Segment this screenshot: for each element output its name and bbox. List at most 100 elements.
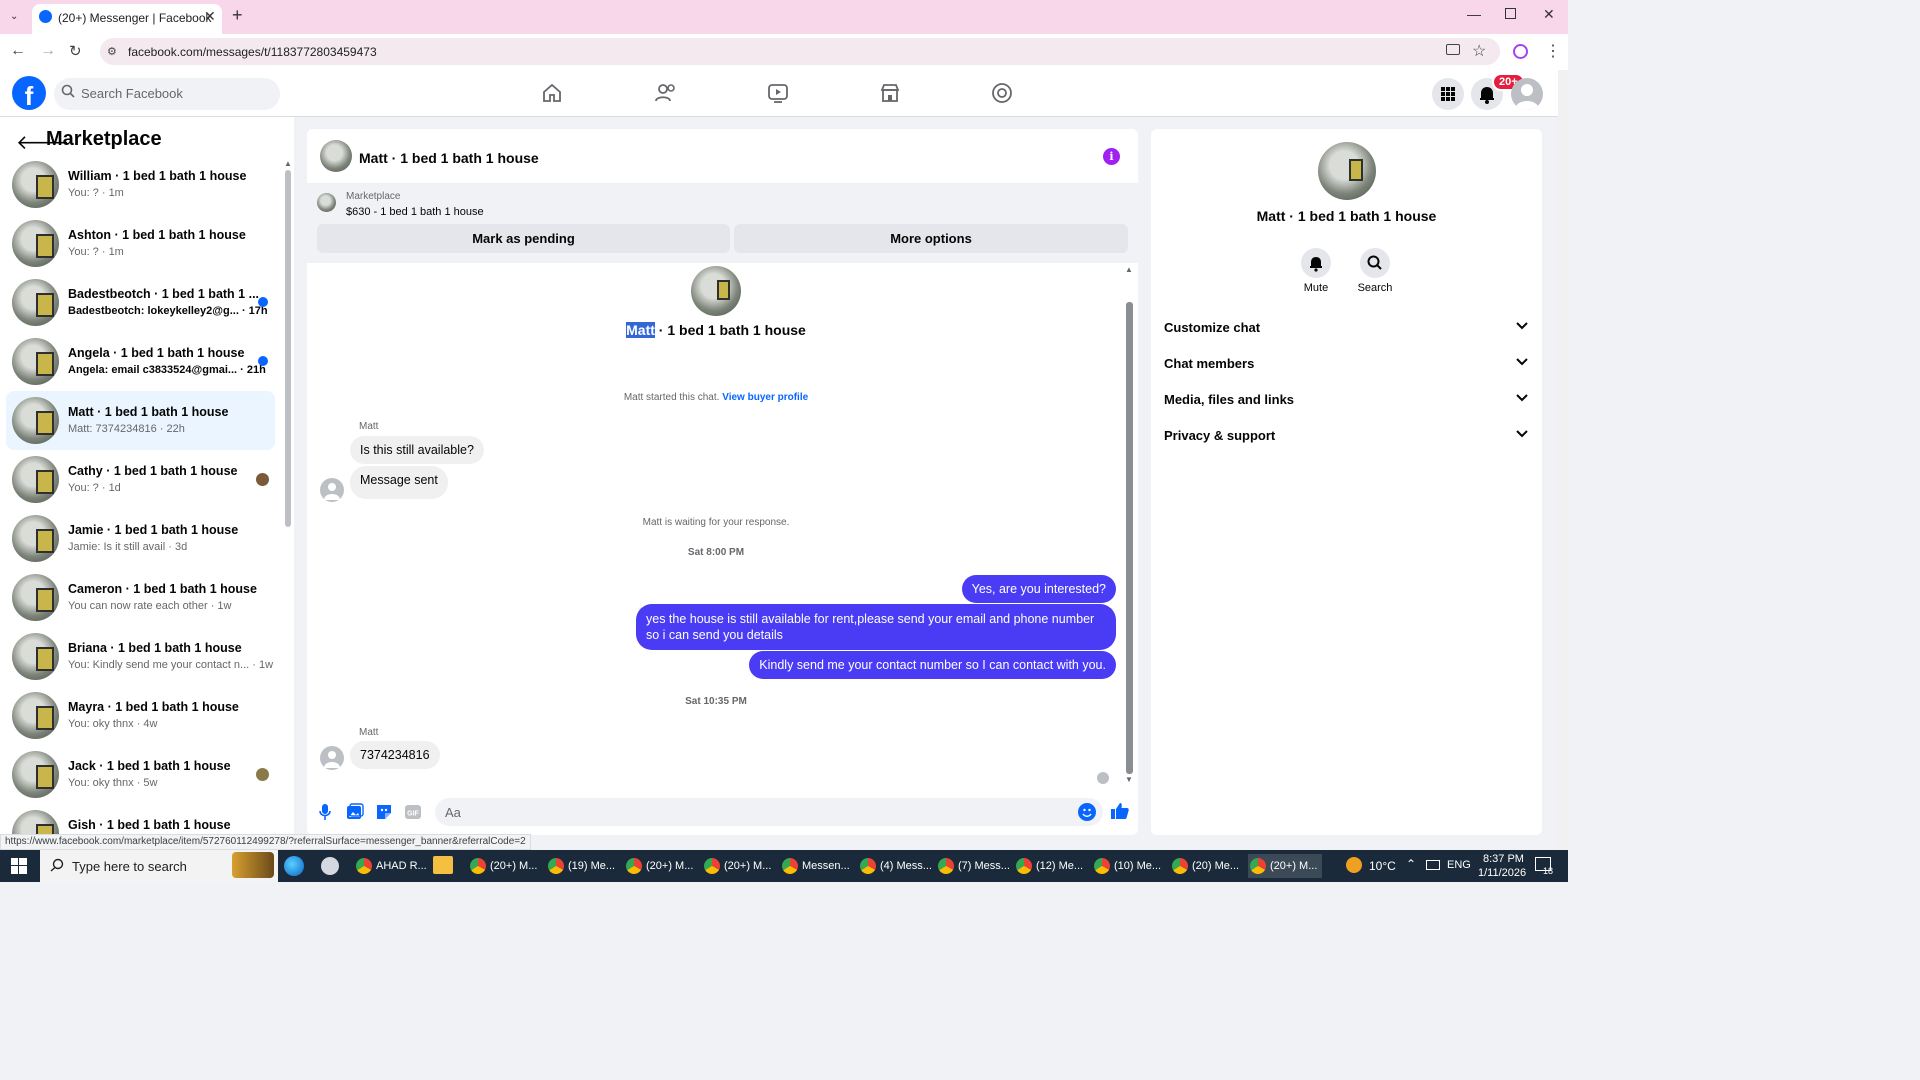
conversation-snippet: You: Kindly send me your contact n... · … xyxy=(68,659,274,671)
listing-mini-thumbnail[interactable] xyxy=(317,193,336,212)
tray-chevron-up-icon[interactable]: ⌃ xyxy=(1406,857,1416,871)
message-input[interactable] xyxy=(435,798,1103,826)
chat-scrollbar[interactable] xyxy=(1126,302,1133,774)
incoming-message[interactable]: Is this still available? xyxy=(350,436,484,464)
info-profile-name: Matt · 1 bed 1 bath 1 house xyxy=(1256,208,1437,224)
taskbar-chrome-item[interactable]: (20+) M... xyxy=(624,854,696,878)
taskbar-chrome-item[interactable]: (20+) M... xyxy=(468,854,540,878)
info-icon[interactable]: i xyxy=(1103,148,1120,165)
conversation-name: Cameron · 1 bed 1 bath 1 house xyxy=(68,582,257,596)
app-icon[interactable] xyxy=(321,857,339,875)
timestamp: Sat 8:00 PM xyxy=(687,547,745,558)
privacy-support-section[interactable]: Privacy & support xyxy=(1164,428,1530,443)
forward-icon[interactable]: → xyxy=(40,42,56,60)
emoji-icon[interactable] xyxy=(1078,803,1096,821)
network-icon[interactable] xyxy=(1426,860,1440,870)
account-avatar[interactable] xyxy=(1511,78,1543,110)
language-indicator[interactable]: ENG xyxy=(1447,859,1471,871)
menu-kebab-icon[interactable]: ⋮ xyxy=(1545,41,1561,61)
minimize-icon[interactable]: — xyxy=(1467,6,1481,22)
taskbar-chrome-item[interactable]: (4) Mess... xyxy=(858,854,932,878)
sidebar-scrollbar[interactable] xyxy=(285,170,291,527)
microphone-icon[interactable] xyxy=(318,803,332,821)
facebook-logo-icon[interactable]: f xyxy=(12,76,46,110)
tab-search-chevron-icon[interactable]: ⌄ xyxy=(10,11,18,22)
photo-icon[interactable] xyxy=(346,803,364,821)
view-buyer-profile-link[interactable]: View buyer profile xyxy=(722,392,808,403)
incoming-message[interactable]: 7374234816 xyxy=(350,741,440,769)
taskbar-chrome-item[interactable]: (10) Me... xyxy=(1092,854,1164,878)
taskbar-chrome-item[interactable]: (7) Mess... xyxy=(936,854,1010,878)
banner-price[interactable]: $630 - 1 bed 1 bath 1 house xyxy=(346,206,484,218)
video-icon[interactable] xyxy=(767,82,789,104)
conversation-item[interactable]: Cameron · 1 bed 1 bath 1 house You can n… xyxy=(6,568,275,627)
home-icon[interactable] xyxy=(541,82,563,104)
bookmark-star-icon[interactable]: ☆ xyxy=(1472,41,1486,61)
taskbar-chrome-item[interactable]: (20) Me... xyxy=(1170,854,1242,878)
site-info-icon[interactable]: ⚙ xyxy=(107,45,117,58)
conversation-item[interactable]: Jamie · 1 bed 1 bath 1 house Jamie: Is i… xyxy=(6,509,275,568)
chevron-down-icon xyxy=(1516,394,1528,402)
profile-icon[interactable] xyxy=(1513,44,1528,59)
conversation-item[interactable]: Jack · 1 bed 1 bath 1 house You: oky thn… xyxy=(6,745,275,804)
more-options-button[interactable]: More options xyxy=(734,224,1128,253)
chat-profile-avatar[interactable] xyxy=(691,266,741,316)
friends-icon[interactable] xyxy=(654,82,678,104)
marketplace-icon[interactable] xyxy=(879,82,901,104)
conversation-item[interactable]: Angela · 1 bed 1 bath 1 house Angela: em… xyxy=(6,332,275,391)
install-app-icon[interactable] xyxy=(1446,44,1460,55)
temperature[interactable]: 10°C xyxy=(1369,859,1396,873)
conversation-item[interactable]: Ashton · 1 bed 1 bath 1 house You: ? · 1… xyxy=(6,214,275,273)
mute-button[interactable] xyxy=(1301,248,1331,278)
clock-date[interactable]: 1/11/2026 xyxy=(1478,867,1526,879)
taskbar-chrome-item[interactable]: (19) Me... xyxy=(546,854,618,878)
sender-avatar[interactable] xyxy=(320,478,344,502)
clock-time[interactable]: 8:37 PM xyxy=(1483,853,1524,865)
chat-members-section[interactable]: Chat members xyxy=(1164,356,1530,371)
gif-icon[interactable]: GIF xyxy=(404,804,422,820)
close-window-icon[interactable]: ✕ xyxy=(1543,6,1555,23)
chevron-down-icon xyxy=(1516,322,1528,330)
gaming-icon[interactable] xyxy=(991,82,1013,104)
like-thumbs-up-icon[interactable] xyxy=(1110,801,1130,821)
weather-moon-icon[interactable] xyxy=(1346,857,1362,873)
incoming-message[interactable]: Message sent xyxy=(350,466,448,499)
media-files-links-section[interactable]: Media, files and links xyxy=(1164,392,1530,407)
conversation-item-active[interactable]: Matt · 1 bed 1 bath 1 house Matt: 737423… xyxy=(6,391,275,450)
scroll-down-icon[interactable]: ▼ xyxy=(1125,775,1133,784)
windows-start-icon[interactable] xyxy=(11,858,27,874)
taskbar-chrome-item[interactable]: (12) Me... xyxy=(1014,854,1086,878)
edge-icon[interactable] xyxy=(284,856,304,876)
search-in-chat-button[interactable] xyxy=(1360,248,1390,278)
mark-as-pending-button[interactable]: Mark as pending xyxy=(317,224,730,253)
chat-title[interactable]: Matt · 1 bed 1 bath 1 house xyxy=(359,150,539,166)
outgoing-message[interactable]: Kindly send me your contact number so I … xyxy=(749,651,1116,679)
conversation-item[interactable]: Cathy · 1 bed 1 bath 1 house You: ? · 1d xyxy=(6,450,275,509)
taskbar-chrome-item[interactable]: (20+) M... xyxy=(702,854,774,878)
chat-header-avatar[interactable] xyxy=(320,140,352,172)
reload-icon[interactable]: ↻ xyxy=(69,42,82,60)
maximize-icon[interactable] xyxy=(1505,8,1516,19)
page-scrollbar[interactable] xyxy=(1558,70,1568,850)
menu-grid-button[interactable] xyxy=(1432,78,1464,110)
conversation-item[interactable]: Mayra · 1 bed 1 bath 1 house You: oky th… xyxy=(6,686,275,745)
taskbar-chrome-item[interactable]: Messen... xyxy=(780,854,852,878)
conversation-item[interactable]: Briana · 1 bed 1 bath 1 house You: Kindl… xyxy=(6,627,275,686)
url-text[interactable]: facebook.com/messages/t/1183772803459473 xyxy=(128,45,377,59)
info-profile-avatar[interactable] xyxy=(1318,142,1376,200)
taskbar-chrome-item[interactable]: AHAD R... xyxy=(354,854,428,878)
sticker-icon[interactable] xyxy=(375,803,393,821)
scroll-up-icon[interactable]: ▲ xyxy=(284,159,292,168)
outgoing-message[interactable]: yes the house is still available for ren… xyxy=(636,604,1116,650)
outgoing-message[interactable]: Yes, are you interested? xyxy=(961,575,1116,603)
file-explorer-icon[interactable] xyxy=(433,856,453,874)
scroll-up-icon[interactable]: ▲ xyxy=(1125,265,1133,274)
taskbar-chrome-item-active[interactable]: (20+) M... xyxy=(1248,854,1322,878)
conversation-item[interactable]: Badestbeotch · 1 bed 1 bath 1 ... Badest… xyxy=(6,273,275,332)
new-tab-icon[interactable]: + xyxy=(232,5,243,26)
sender-avatar[interactable] xyxy=(320,746,344,770)
customize-chat-section[interactable]: Customize chat xyxy=(1164,320,1530,335)
back-icon[interactable]: ← xyxy=(10,42,26,60)
conversation-item[interactable]: William · 1 bed 1 bath 1 house You: ? · … xyxy=(6,155,275,214)
close-tab-icon[interactable]: ✕ xyxy=(204,8,216,25)
